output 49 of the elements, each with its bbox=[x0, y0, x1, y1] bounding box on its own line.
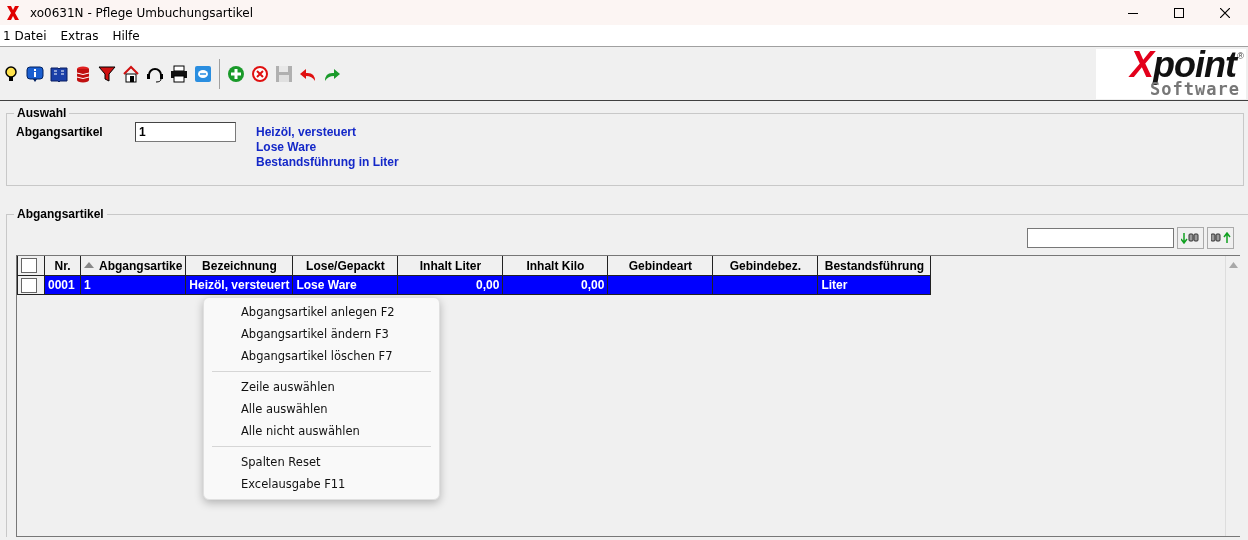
find-next-button[interactable] bbox=[1177, 227, 1204, 249]
article-field[interactable]: 1 bbox=[135, 122, 236, 142]
funnel-icon[interactable] bbox=[98, 64, 116, 83]
menu-item[interactable]: Abgangsartikel löschen F7 bbox=[204, 345, 439, 367]
group-title: Abgangsartikel bbox=[16, 207, 105, 221]
info-text: Lose Ware bbox=[256, 140, 318, 155]
add-icon[interactable] bbox=[227, 64, 245, 83]
menu-item[interactable]: Alle nicht auswählen bbox=[204, 420, 439, 442]
select-all-checkbox[interactable] bbox=[21, 258, 37, 273]
menu-item[interactable]: Spalten Reset bbox=[204, 451, 439, 473]
info-text: Bestandsführung in Liter bbox=[256, 155, 399, 170]
printer-icon[interactable] bbox=[170, 64, 188, 83]
cross-mark-icon bbox=[6, 5, 20, 20]
column-header[interactable]: Lose/Gepackt bbox=[292, 256, 398, 276]
find-previous-button[interactable] bbox=[1207, 227, 1234, 249]
book-icon[interactable] bbox=[50, 64, 68, 83]
window-title: xo0631N - Pflege Umbuchungsartikel bbox=[30, 5, 255, 20]
column-header[interactable]: Bestandsführung bbox=[817, 256, 931, 276]
cancel-icon[interactable] bbox=[251, 64, 269, 83]
find-up-icon bbox=[1210, 232, 1231, 244]
menu-item[interactable]: Abgangsartikel anlegen F2 bbox=[204, 301, 439, 323]
column-header[interactable]: Gebindebez. bbox=[712, 256, 818, 276]
column-header[interactable]: Abgangsartike bbox=[80, 256, 186, 276]
column-header[interactable]: Gebindeart bbox=[607, 256, 713, 276]
column-header[interactable]: Nr. bbox=[44, 256, 81, 276]
scrollbar[interactable] bbox=[1225, 256, 1240, 536]
column-header[interactable]: Inhalt Kilo bbox=[502, 256, 608, 276]
menu-item[interactable]: Abgangsartikel ändern F3 bbox=[204, 323, 439, 345]
menu-item[interactable]: Excelausgabe F11 bbox=[204, 473, 439, 495]
menu-item[interactable]: Zeile auswählen bbox=[204, 376, 439, 398]
field-label: Abgangsartikel bbox=[16, 125, 104, 141]
column-header[interactable]: Inhalt Liter bbox=[397, 256, 503, 276]
house-icon[interactable] bbox=[122, 64, 140, 83]
close-button[interactable] bbox=[1220, 7, 1230, 18]
menu-item[interactable]: Extras bbox=[60, 28, 99, 43]
database-icon[interactable] bbox=[74, 64, 92, 83]
info-text: Heizöl, versteuert bbox=[256, 125, 358, 140]
search-field[interactable] bbox=[1027, 228, 1174, 248]
brand-logo: Xpoint® Software bbox=[1096, 48, 1246, 99]
menu-item[interactable]: 1 Datei bbox=[3, 28, 47, 43]
maximize-button[interactable] bbox=[1174, 7, 1184, 18]
column-header[interactable]: Bezeichnung bbox=[185, 256, 293, 276]
info-icon[interactable] bbox=[26, 64, 44, 83]
menu-item[interactable]: Alle auswählen bbox=[204, 398, 439, 420]
row-checkbox[interactable] bbox=[21, 277, 37, 293]
menu-item[interactable]: Hilfe bbox=[112, 28, 140, 43]
find-down-icon bbox=[1180, 232, 1201, 244]
lightbulb-icon[interactable] bbox=[2, 64, 20, 83]
group-title: Auswahl bbox=[16, 106, 68, 120]
